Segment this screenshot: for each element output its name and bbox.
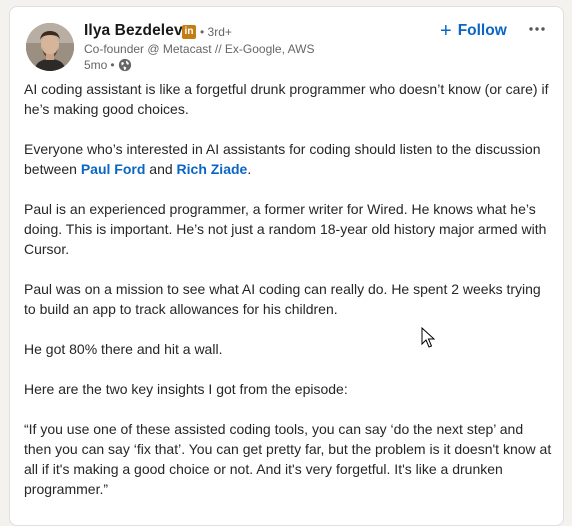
follow-button[interactable]: + Follow [440,19,507,43]
author-name[interactable]: Ilya Bezdelev [84,22,183,40]
post-paragraph: Here are the two key insights I got from… [24,381,348,397]
linkedin-premium-badge: in [182,25,196,39]
mouse-pointer-icon [421,326,436,349]
globe-icon [118,58,132,72]
post-paragraph: AI coding assistant is like a forgetful … [24,81,549,117]
avatar[interactable] [26,23,74,71]
post-paragraph: Paul is an experienced programmer, a for… [24,201,547,257]
follow-label: Follow [457,22,507,39]
meta-separator: • [110,58,115,72]
post-time: 5mo [84,58,108,72]
plus-icon: + [440,20,452,42]
mention-link-paul-ford[interactable]: Paul Ford [81,161,146,177]
post-paragraph: Paul was on a mission to see what AI cod… [24,281,541,317]
post-paragraph: “If you use one of these assisted coding… [24,421,552,497]
more-icon[interactable] [526,17,548,41]
mention-link-rich-ziade[interactable]: Rich Ziade [177,161,248,177]
post-paragraph: Everyone who’s interested in AI assistan… [24,139,552,179]
connection-degree: • 3rd+ [200,25,232,39]
post-meta: 5mo • [84,58,132,72]
post-paragraph: He got 80% there and hit a wall. [24,341,223,357]
paragraph-text: . [247,161,252,177]
post-card: Ilya Bezdelev in • 3rd+ Co-founder @ Met… [9,6,564,526]
author-headline: Co-founder @ Metacast // Ex-Google, AWS [84,42,315,56]
paragraph-text: and [145,161,177,177]
post-body: AI coding assistant is like a forgetful … [24,79,552,519]
